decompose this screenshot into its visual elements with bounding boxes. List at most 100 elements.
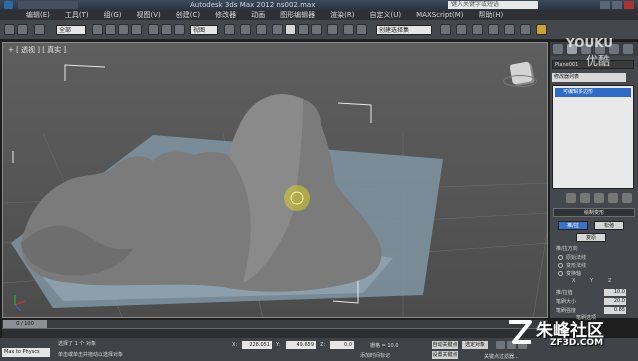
quick-access-toolbar[interactable] <box>18 1 78 9</box>
radio-transform-axis[interactable] <box>558 271 563 276</box>
keyboard-shortcut-icon[interactable] <box>256 24 267 35</box>
percent-snap-icon[interactable] <box>298 24 309 35</box>
maxscript-listener-input[interactable]: Max to Physcs <box>2 348 50 357</box>
zf-logo-icon <box>509 320 532 344</box>
select-manipulate-icon[interactable] <box>240 24 251 35</box>
close-icon[interactable] <box>624 1 634 9</box>
menu-graph-editors[interactable]: 图形编辑器 <box>280 10 315 20</box>
paint-deform-rollout[interactable]: 绘制变形 <box>553 208 635 217</box>
search-input[interactable]: 键入关键字或短语 <box>448 1 538 9</box>
select-object-icon[interactable] <box>92 24 103 35</box>
menu-views[interactable]: 视图(V) <box>137 10 161 20</box>
render-frame-icon[interactable] <box>520 24 531 35</box>
track-bar[interactable] <box>2 328 548 338</box>
material-editor-icon[interactable] <box>488 24 499 35</box>
viewport-scene <box>3 64 547 317</box>
schematic-view-icon[interactable] <box>472 24 483 35</box>
menu-bar: 编辑(E) 工具(T) 组(G) 视图(V) 创建(C) 修改器 动画 图形编辑… <box>0 10 638 20</box>
modifier-stack[interactable]: 可编辑多边形 <box>552 85 634 189</box>
modifier-list-dropdown[interactable]: 修改器列表 <box>552 73 626 82</box>
axis-z-label[interactable]: Z <box>608 278 611 284</box>
rotate-icon[interactable] <box>161 24 172 35</box>
render-setup-icon[interactable] <box>504 24 515 35</box>
set-key-button[interactable]: 设置关键点 <box>432 351 458 359</box>
curve-editor-icon[interactable] <box>456 24 467 35</box>
scale-icon[interactable] <box>174 24 185 35</box>
undo-icon[interactable] <box>4 24 15 35</box>
radio-deformed-normals[interactable] <box>558 263 563 268</box>
relax-button[interactable]: 松弛 <box>594 221 624 230</box>
show-end-result-icon[interactable] <box>580 193 590 203</box>
menu-edit[interactable]: 编辑(E) <box>26 10 50 20</box>
link-icon[interactable] <box>34 24 45 35</box>
rectangular-selection-icon[interactable] <box>118 24 129 35</box>
brush-size-field[interactable]: 20.0 <box>604 298 626 305</box>
utilities-tab-icon[interactable] <box>623 44 633 54</box>
site-url: ZF3D.COM <box>550 338 604 348</box>
menu-modifiers[interactable]: 修改器 <box>215 10 236 20</box>
menu-animation[interactable]: 动画 <box>251 10 265 20</box>
x-coord-field[interactable]: 228.051 <box>242 341 272 349</box>
perspective-viewport[interactable]: + [ 透视 ] [ 真实 ] <box>2 42 548 318</box>
axis-x-label[interactable]: X <box>572 278 575 284</box>
revert-button[interactable]: 复原 <box>576 233 606 242</box>
radio-original-normals[interactable] <box>558 255 563 260</box>
auto-key-button[interactable]: 自动关键点 <box>432 341 458 349</box>
push-value-field[interactable]: 10.0 <box>604 289 626 296</box>
stack-buttons <box>550 192 638 204</box>
menu-customize[interactable]: 自定义(U) <box>369 10 401 20</box>
named-selection-dropdown[interactable]: 创建选择集 <box>376 25 432 35</box>
menu-rendering[interactable]: 渲染(R) <box>330 10 354 20</box>
configure-modifier-sets-icon[interactable] <box>622 193 632 203</box>
align-icon[interactable] <box>356 24 367 35</box>
prompt-hint: 单击或单击并拖动以选择对象 <box>58 352 124 358</box>
brush-strength-field[interactable]: 0.85 <box>604 307 626 314</box>
mirror-icon[interactable] <box>343 24 354 35</box>
add-time-tag[interactable]: 添加时间标记 <box>360 352 390 359</box>
selection-status: 选择了 1 个 对象 <box>58 341 96 347</box>
edit-named-selection-icon[interactable] <box>327 24 338 35</box>
minimize-icon[interactable] <box>600 1 610 9</box>
make-unique-icon[interactable] <box>594 193 604 203</box>
layer-manager-icon[interactable] <box>440 24 451 35</box>
redo-icon[interactable] <box>17 24 28 35</box>
menu-create[interactable]: 创建(C) <box>176 10 200 20</box>
menu-help[interactable]: 帮助(H) <box>479 10 504 20</box>
z-coord-field[interactable]: 0.0 <box>330 341 354 349</box>
pivot-icon[interactable] <box>224 24 235 35</box>
brush-gizmo[interactable] <box>284 185 310 211</box>
go-to-start-icon[interactable] <box>496 341 505 349</box>
selected-object-dropdown[interactable]: 选定对象 <box>462 341 488 349</box>
radio-transform-label: 变换轴 <box>566 271 582 277</box>
remove-modifier-icon[interactable] <box>608 193 618 203</box>
youku-watermark-cn: 优酷 <box>586 54 611 68</box>
select-by-name-icon[interactable] <box>105 24 116 35</box>
zf3d-watermark: 朱峰社区 ZF3D.COM <box>506 316 634 358</box>
stack-item-editable-poly[interactable]: 可编辑多边形 <box>555 88 631 97</box>
angle-snap-icon[interactable] <box>285 24 296 35</box>
spinner-snap-icon[interactable] <box>311 24 322 35</box>
axis-y-label[interactable]: Y <box>590 278 593 284</box>
render-production-icon[interactable] <box>536 24 547 35</box>
viewcube-compass[interactable] <box>503 75 537 87</box>
app-logo-icon[interactable] <box>4 1 13 9</box>
maximize-icon[interactable] <box>612 1 622 9</box>
menu-group[interactable]: 组(G) <box>104 10 122 20</box>
time-slider[interactable]: 0 / 100 <box>2 320 548 328</box>
ref-coord-dropdown[interactable]: 视图 <box>190 25 218 35</box>
main-toolbar: 全部 视图 创建选择集 <box>0 20 638 40</box>
pin-stack-icon[interactable] <box>566 193 576 203</box>
window-crossing-icon[interactable] <box>131 24 142 35</box>
create-tab-icon[interactable] <box>553 44 563 54</box>
snaps-toggle-icon[interactable] <box>272 24 283 35</box>
time-slider-thumb[interactable]: 0 / 100 <box>3 320 47 328</box>
move-icon[interactable] <box>148 24 159 35</box>
selection-filter-dropdown[interactable]: 全部 <box>56 25 86 35</box>
menu-maxscript[interactable]: MAXScript(M) <box>416 11 463 19</box>
command-panel: Plane001 修改器列表 可编辑多边形 绘制变形 推/拉 松弛 复原 推/拉… <box>550 42 638 321</box>
z-label: Z: <box>320 342 326 348</box>
menu-tools[interactable]: 工具(T) <box>65 10 89 20</box>
radio-original-label: 原始法线 <box>566 255 587 261</box>
push-pull-button[interactable]: 推/拉 <box>558 221 588 230</box>
y-coord-field[interactable]: 49.659 <box>286 341 316 349</box>
